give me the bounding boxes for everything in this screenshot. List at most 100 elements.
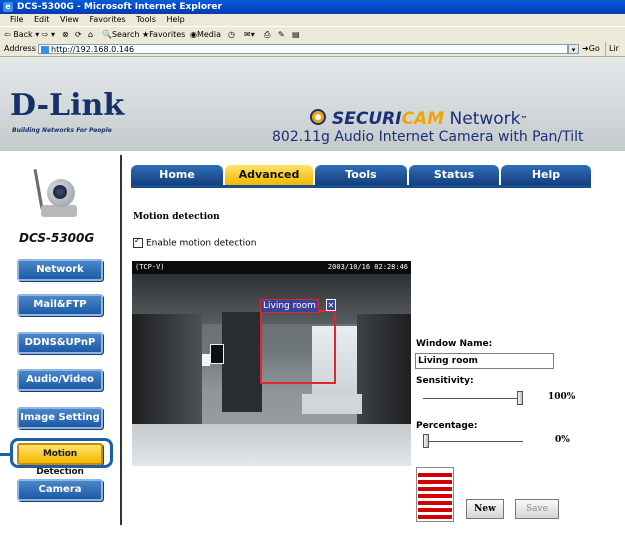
- go-button[interactable]: ➜Go: [582, 42, 600, 56]
- securicam-brand: SECURICAM Network™: [332, 110, 528, 128]
- tab-status[interactable]: Status: [409, 165, 499, 185]
- favorites-label: Favorites: [149, 30, 186, 39]
- meter-bar: [418, 508, 452, 512]
- back-button[interactable]: ⇦ Back ▾ ⇨ ▾: [4, 27, 55, 42]
- tab-home[interactable]: Home: [131, 165, 223, 185]
- brand-securi: SECURI: [332, 109, 402, 129]
- address-bar: Address http://192.168.0.146 ▾ ➜Go Lir: [0, 42, 625, 57]
- meter-bar: [418, 494, 452, 498]
- browser-window: e DCS-5300G - Microsoft Internet Explore…: [0, 0, 625, 536]
- meter-bar: [418, 480, 452, 484]
- camera-antenna: [33, 169, 44, 209]
- header-banner: D-Link Building Networks For People SECU…: [0, 57, 625, 151]
- page-title: Motion detection: [133, 212, 220, 222]
- mail-icon[interactable]: ✉▾: [244, 27, 255, 42]
- sidebar-item-camera-control[interactable]: Camera Control: [17, 479, 103, 513]
- sensitivity-value: 100%: [548, 392, 576, 402]
- new-button[interactable]: New: [466, 499, 504, 519]
- meter-bar: [418, 487, 452, 491]
- menu-favorites[interactable]: Favorites: [86, 14, 130, 26]
- percentage-track: [423, 441, 523, 442]
- home-icon[interactable]: ⌂: [88, 27, 93, 42]
- sidebar-item-mail-ftp[interactable]: Mail&FTP: [17, 294, 103, 316]
- favorites-button[interactable]: ★Favorites: [142, 27, 185, 42]
- back-label: Back: [13, 30, 33, 39]
- sidebar-item-ddns-upnp[interactable]: DDNS&UPnP: [17, 332, 103, 354]
- menu-view[interactable]: View: [56, 14, 83, 26]
- motion-level-meter: [416, 467, 454, 522]
- sidebar-item-audio-video[interactable]: Audio/Video: [17, 369, 103, 391]
- enable-motion-row[interactable]: Enable motion detection: [133, 236, 257, 249]
- percentage-slider[interactable]: [423, 434, 429, 448]
- product-tagline: 802.11g Audio Internet Camera with Pan/T…: [272, 129, 584, 145]
- address-input[interactable]: http://192.168.0.146: [38, 44, 568, 54]
- meter-bar: [418, 515, 452, 519]
- camera-lens: [53, 185, 67, 199]
- window-name-input[interactable]: Living room: [415, 353, 554, 369]
- video-scene: Living room ✕: [132, 274, 411, 466]
- ie-icon: e: [3, 2, 13, 12]
- address-url: http://192.168.0.146: [51, 45, 135, 54]
- model-name: DCS-5300G: [19, 231, 95, 245]
- search-button[interactable]: 🔍Search: [102, 27, 139, 42]
- window-name-label: Window Name:: [416, 339, 493, 349]
- print-icon[interactable]: ⎙: [264, 27, 270, 42]
- camera-product-image: [33, 169, 85, 221]
- toolbar: ⇦ Back ▾ ⇨ ▾ ⊗ ⟳ ⌂ 🔍Search ★Favorites ◉M…: [0, 26, 625, 43]
- title-bar: e DCS-5300G - Microsoft Internet Explore…: [0, 0, 625, 14]
- video-preview[interactable]: (TCP-V) 2003/10/16 02:28:46 Living room: [132, 261, 411, 466]
- tab-help[interactable]: Help: [501, 165, 591, 185]
- brand-tm: ™: [520, 115, 528, 123]
- percentage-label: Percentage:: [416, 421, 478, 431]
- discuss-icon[interactable]: ▤: [292, 27, 300, 42]
- highlight-callout: [10, 438, 113, 468]
- enable-motion-label: Enable motion detection: [146, 238, 257, 249]
- tab-advanced[interactable]: Advanced: [225, 165, 313, 185]
- scene-light: [202, 354, 210, 366]
- save-button[interactable]: Save: [515, 499, 559, 519]
- window-title: DCS-5300G - Microsoft Internet Explorer: [17, 2, 222, 12]
- refresh-icon[interactable]: ⟳: [75, 27, 82, 42]
- scene-floor: [132, 424, 411, 466]
- dlink-logo[interactable]: D-Link: [10, 91, 124, 121]
- page-content: D-Link Building Networks For People SECU…: [0, 57, 625, 536]
- edit-icon[interactable]: ✎: [278, 27, 285, 42]
- securicam-logo-icon: [310, 109, 326, 125]
- address-label: Address: [4, 44, 36, 53]
- meter-bar: [418, 473, 452, 477]
- sensitivity-slider[interactable]: [517, 391, 523, 405]
- brand-cam: CAM: [401, 109, 445, 129]
- menu-bar: File Edit View Favorites Tools Help: [0, 14, 625, 26]
- history-icon[interactable]: ◷: [228, 27, 235, 42]
- main-panel: Motion detection Enable motion detection…: [131, 188, 591, 536]
- menu-help[interactable]: Help: [162, 14, 188, 26]
- menu-file[interactable]: File: [6, 14, 27, 26]
- sidebar-item-image-setting[interactable]: Image Setting: [17, 407, 103, 429]
- media-label: Media: [196, 30, 222, 39]
- scene-couch: [302, 394, 362, 414]
- sensitivity-label: Sensitivity:: [416, 376, 474, 386]
- video-timestamp: 2003/10/16 02:28:46: [327, 263, 408, 271]
- address-dropdown-icon[interactable]: ▾: [568, 44, 579, 54]
- go-label: Go: [588, 44, 600, 53]
- page-icon: [41, 46, 49, 54]
- brand-network: Network: [444, 109, 521, 129]
- motion-window[interactable]: Living room ✕: [260, 299, 336, 384]
- sidebar-divider: [120, 155, 122, 525]
- menu-edit[interactable]: Edit: [30, 14, 54, 26]
- video-source: (TCP-V): [135, 263, 165, 271]
- tab-bar: Home Advanced Tools Status Help: [131, 165, 591, 185]
- meter-bar: [418, 501, 452, 505]
- motion-window-label: Living room: [260, 299, 319, 313]
- media-button[interactable]: ◉Media: [190, 27, 221, 42]
- links-button[interactable]: Lir: [605, 42, 619, 56]
- callout-pointer: [0, 453, 12, 456]
- sidebar-item-network[interactable]: Network: [17, 259, 103, 281]
- enable-motion-checkbox[interactable]: [133, 236, 143, 248]
- stop-icon[interactable]: ⊗: [62, 27, 69, 42]
- sensitivity-track: [423, 398, 523, 399]
- video-header: (TCP-V) 2003/10/16 02:28:46: [132, 261, 411, 274]
- tab-tools[interactable]: Tools: [315, 165, 407, 185]
- menu-tools[interactable]: Tools: [132, 14, 160, 26]
- close-icon[interactable]: ✕: [326, 299, 336, 311]
